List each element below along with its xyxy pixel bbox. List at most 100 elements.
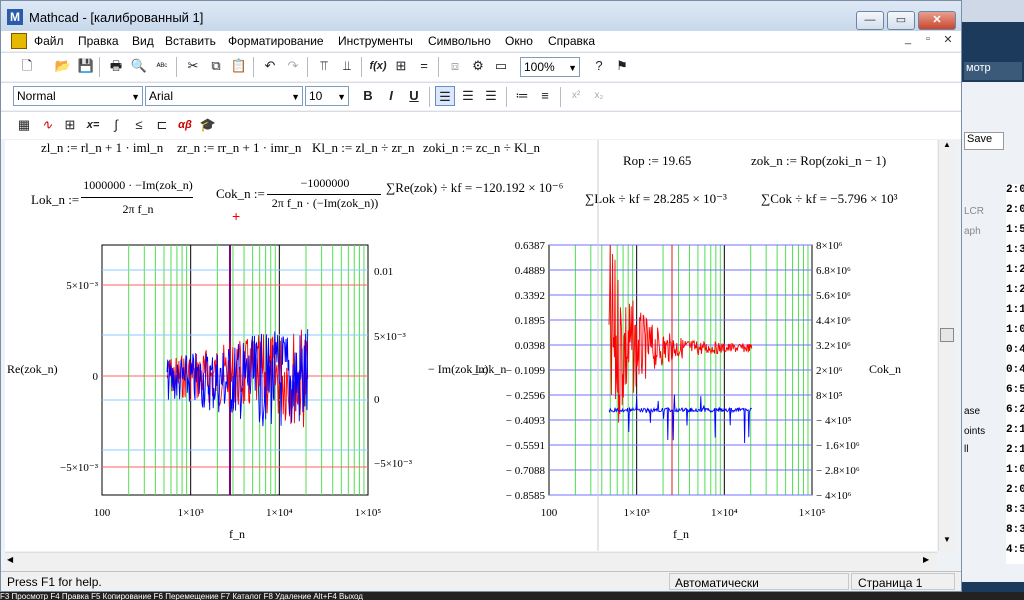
scroll-down-icon[interactable]: ▼ xyxy=(940,535,954,549)
style-select[interactable]: Normal ▼ xyxy=(13,86,143,106)
copy-icon[interactable]: ⧉ xyxy=(206,56,226,76)
plot1-y-right-tick: 0 xyxy=(374,394,380,406)
calculate-icon[interactable]: = xyxy=(414,56,434,76)
preview-icon[interactable]: 🔍 xyxy=(129,56,149,76)
menu-symbolics[interactable]: Символьно xyxy=(428,34,491,48)
italic-button[interactable]: I xyxy=(381,86,401,106)
insert-unit-icon[interactable]: ⊞ xyxy=(391,56,411,76)
underline-button[interactable]: U xyxy=(404,86,424,106)
bullets-icon[interactable]: ≔ xyxy=(512,86,532,106)
insert-region-icon[interactable]: ▭ xyxy=(491,56,511,76)
bg-time-cell: 4:5 xyxy=(1006,544,1024,556)
help-icon[interactable]: ? xyxy=(589,56,609,76)
bg-time-cell: 0:4 xyxy=(1006,364,1024,376)
plot2-y-left-tick: 0.0398 xyxy=(515,340,546,352)
calculator-icon[interactable]: ▦ xyxy=(14,115,34,135)
plot2-y-left-tick: 0.6387 xyxy=(515,240,546,252)
plot1-y-left-label[interactable]: Re(zok_n) xyxy=(7,362,58,377)
standard-toolbar: 🗋 📂 💾 🖶 🔍 ᴬᴮᶜ ✂ ⧉ 📋 ↶ ↷ ⫪ ⫫ f(x) ⊞ = ⧈ ⚙… xyxy=(1,52,961,81)
horizontal-scrollbar[interactable]: ◀ ▶ xyxy=(5,552,937,569)
menu-tools[interactable]: Инструменты xyxy=(338,34,413,48)
plot2-y-left-tick: 0.1895 xyxy=(515,315,546,327)
insert-function-icon[interactable]: f(x) xyxy=(368,56,388,76)
bg-label: oints xyxy=(964,426,986,437)
scroll-left-icon[interactable]: ◀ xyxy=(7,555,13,564)
menu-bar: Файл Правка Вид Вставить Форматирование … xyxy=(1,31,961,51)
doc-minimize-icon[interactable]: _ xyxy=(899,33,917,49)
subscript-icon[interactable]: x₂ xyxy=(589,86,609,106)
zoom-select[interactable]: 100% ▼ xyxy=(520,57,580,77)
close-button[interactable]: ✕ xyxy=(918,11,956,30)
title-bar: M Mathcad - [калиброванный 1] — ▭ ✕ xyxy=(1,1,961,31)
programming-icon[interactable]: ⊏ xyxy=(152,115,172,135)
menu-edit[interactable]: Правка xyxy=(78,34,119,48)
numbering-icon[interactable]: ≡ xyxy=(535,86,555,106)
scroll-right-icon[interactable]: ▶ xyxy=(923,555,929,564)
maximize-button[interactable]: ▭ xyxy=(887,11,915,30)
plot1-x-label[interactable]: f_n xyxy=(229,527,245,542)
plot2-y-right-tick: 6.8×10⁶ xyxy=(816,265,851,277)
format-toolbar: Normal ▼ Arial ▼ 10 ▼ B I U ☰ ☰ ☰ ≔ ≡ x² x₂ xyxy=(1,82,961,110)
bold-button[interactable]: B xyxy=(358,86,378,106)
align-left-icon[interactable]: ☰ xyxy=(435,86,455,106)
font-select[interactable]: Arial ▼ xyxy=(145,86,303,106)
size-select[interactable]: 10 ▼ xyxy=(305,86,349,106)
graph-icon[interactable]: ∿ xyxy=(37,115,57,135)
scroll-up-icon[interactable]: ▲ xyxy=(940,140,954,154)
plot2-y-left-tick: 0.4889 xyxy=(515,265,546,277)
menu-insert[interactable]: Вставить xyxy=(165,34,216,48)
redo-icon[interactable]: ↷ xyxy=(283,56,303,76)
undo-icon[interactable]: ↶ xyxy=(260,56,280,76)
bg-time-cell: 1:5 xyxy=(1006,224,1024,236)
calculus-icon[interactable]: ∫ xyxy=(106,115,126,135)
vertical-scrollbar[interactable]: ▲ ▼ xyxy=(938,140,955,551)
align-center-icon[interactable]: ☰ xyxy=(458,86,478,106)
component-icon[interactable]: ⧈ xyxy=(445,56,465,76)
bg-time-cell: 2:1 xyxy=(1006,444,1024,456)
menu-view[interactable]: Вид xyxy=(132,34,154,48)
cut-icon[interactable]: ✂ xyxy=(183,56,203,76)
boolean-icon[interactable]: ≤ xyxy=(129,115,149,135)
bg-time-cell: 0:4 xyxy=(1006,344,1024,356)
minimize-button[interactable]: — xyxy=(856,11,884,30)
align-right-icon[interactable]: ☰ xyxy=(481,86,501,106)
plot2-y-left-tick: − 0.1099 xyxy=(506,365,546,377)
align-down-icon[interactable]: ⫫ xyxy=(337,56,357,76)
matrix-icon[interactable]: ⊞ xyxy=(60,115,80,135)
open-icon[interactable]: 📂 xyxy=(53,56,73,76)
worksheet[interactable]: zl_n := rl_n + 1 · iml_n zr_n := rr_n + … xyxy=(5,140,937,551)
scroll-thumb[interactable] xyxy=(940,328,954,342)
bg-time-cell: 2:0 xyxy=(1006,484,1024,496)
plots-layer: 5×10⁻³ 0 −5×10⁻³ 0.01 5×10⁻³ 0 −5×10⁻³ 100 1×10³… xyxy=(60,140,860,551)
plot2-y-right-label[interactable]: Cok_n xyxy=(869,362,901,377)
tutorial-icon[interactable]: ⚑ xyxy=(612,56,632,76)
menu-window[interactable]: Окно xyxy=(505,34,533,48)
superscript-icon[interactable]: x² xyxy=(566,86,586,106)
symbolic-icon[interactable]: 🎓 xyxy=(198,115,218,135)
print-icon[interactable]: 🖶 xyxy=(106,56,126,76)
greek-icon[interactable]: αβ xyxy=(175,115,195,135)
bg-label: LCR xyxy=(964,206,985,217)
doc-close-icon[interactable]: ✕ xyxy=(939,33,957,49)
plot2-y-left-tick: − 0.5591 xyxy=(506,440,545,452)
menu-help[interactable]: Справка xyxy=(548,34,595,48)
spellcheck-icon[interactable]: ᴬᴮᶜ xyxy=(152,56,172,76)
align-top-icon[interactable]: ⫪ xyxy=(314,56,334,76)
bg-time-cell: 6:5 xyxy=(1006,384,1024,396)
save-icon[interactable]: 💾 xyxy=(76,56,96,76)
doc-restore-icon[interactable]: ▫ xyxy=(919,33,937,49)
bg-save-button[interactable]: Save xyxy=(964,132,1004,150)
bg-time-cell: 1:3 xyxy=(1006,244,1024,256)
status-mode: Автоматически xyxy=(669,573,849,590)
plot2-y-right-tick: − 4×10⁵ xyxy=(816,415,852,427)
plot2-x-label[interactable]: f_n xyxy=(673,527,689,542)
menu-format[interactable]: Форматирование xyxy=(228,34,324,48)
new-icon[interactable]: 🗋 xyxy=(17,56,37,76)
resource-icon[interactable]: ⚙ xyxy=(468,56,488,76)
paste-icon[interactable]: 📋 xyxy=(229,56,249,76)
plot2-y-left-label[interactable]: Lok_n xyxy=(475,362,506,377)
plot2-y-right-tick: − 2.8×10⁶ xyxy=(816,465,860,477)
evaluation-icon[interactable]: x= xyxy=(83,115,103,135)
menu-file[interactable]: Файл xyxy=(34,34,64,48)
bg-time-cell: 1:0 xyxy=(1006,464,1024,476)
